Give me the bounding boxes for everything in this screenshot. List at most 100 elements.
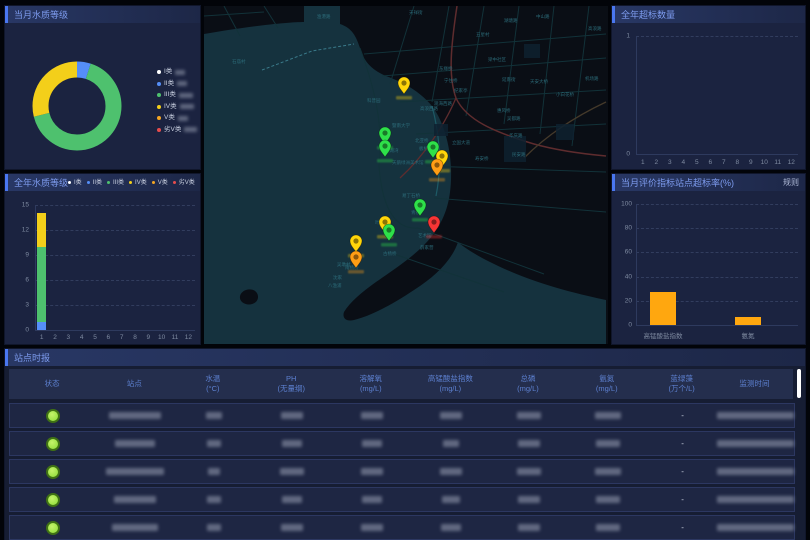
gridline <box>636 228 798 229</box>
table-row[interactable]: - <box>9 487 795 512</box>
table-row[interactable]: - <box>9 459 795 484</box>
pin-hole <box>353 254 358 259</box>
cell-value-redacted <box>207 524 221 531</box>
legend-label: 劣V类 <box>164 127 181 134</box>
cell-value-redacted <box>362 440 382 447</box>
table-scrollbar-thumb[interactable] <box>797 369 801 398</box>
table-row[interactable]: - <box>9 515 795 540</box>
pin-hole <box>353 238 358 243</box>
year-legend-item-III类[interactable]: III类 <box>107 180 124 186</box>
map-label-湖塘路: 湖塘路 <box>504 17 518 24</box>
legend-item-I类[interactable]: I类 <box>157 69 197 76</box>
map-canvas[interactable]: 石庙村渔港路天祥街五星村湖塘路中山路高浪路梁中社区延南街天安大桥机场路小白花桥东… <box>204 6 608 344</box>
table-cell-总磷 <box>491 440 568 447</box>
legend-label: V类 <box>164 115 175 122</box>
exceed-rate-bar-chart: 020406080100高锰酸盐指数氨氮 <box>612 191 805 344</box>
station-map[interactable]: 石庙村渔港路天祥街五星村湖塘路中山路高浪路梁中社区延南街天安大桥机场路小白花桥东… <box>204 6 608 344</box>
legend-item-II类[interactable]: II类 <box>157 81 197 88</box>
table-cell-PH <box>253 496 331 503</box>
cell-value-redacted <box>282 440 302 447</box>
table-cell-溶解氧 <box>331 524 412 531</box>
table-cell-总磷 <box>491 524 568 531</box>
stacked-bar-segment-III类[interactable] <box>37 247 46 322</box>
cell-value-redacted <box>362 496 382 503</box>
legend-value-redacted <box>178 116 188 121</box>
year-legend-item-V类[interactable]: V类 <box>152 180 168 186</box>
y-tick-label: 15 <box>22 202 29 209</box>
x-tick-label: 10 <box>761 159 768 166</box>
legend-item-III类[interactable]: III类 <box>157 92 197 99</box>
x-axis-line <box>636 325 798 326</box>
cell-value-redacted <box>208 468 220 475</box>
map-label-古杨桥: 古杨桥 <box>383 250 397 257</box>
cell-value-redacted <box>361 524 383 531</box>
year-legend-item-IV类[interactable]: IV类 <box>129 180 147 186</box>
rate-bar-氨氮[interactable] <box>735 317 761 325</box>
table-row[interactable]: - <box>9 431 795 456</box>
y-axis-line <box>636 204 637 325</box>
stacked-bar-segment-II类[interactable] <box>37 322 46 330</box>
table-row[interactable]: - <box>9 403 795 428</box>
map-label-高浪路: 高浪路 <box>588 25 602 32</box>
year-legend-item-I类[interactable]: I类 <box>68 180 82 186</box>
panel-month-grade-title: 当月水质等级 <box>5 6 200 23</box>
cell-value-redacted <box>112 524 158 531</box>
y-tick-label: 0 <box>626 151 630 158</box>
pin-hole <box>434 162 439 167</box>
year-legend-item-II类[interactable]: II类 <box>87 180 102 186</box>
cell-value-redacted <box>206 412 222 419</box>
table-cell-PH <box>253 468 331 475</box>
x-tick-label: 4 <box>80 334 84 341</box>
map-label-中山路: 中山路 <box>536 13 550 20</box>
rate-bar-高锰酸盐指数[interactable] <box>650 292 676 325</box>
legend-item-V类[interactable]: V类 <box>157 115 197 122</box>
cell-value-redacted <box>518 440 540 447</box>
column-header-站点: 站点 <box>95 369 173 399</box>
x-tick-label: 12 <box>788 159 795 166</box>
status-dot-normal <box>46 521 60 535</box>
year-legend-item-劣V类[interactable]: 劣V类 <box>173 180 195 186</box>
table-cell-溶解氧 <box>331 440 412 447</box>
table-cell-状态 <box>10 493 96 507</box>
stacked-bar-segment-IV类[interactable] <box>37 213 46 246</box>
table-cell-蓝绿藻: - <box>648 523 717 532</box>
x-tick-label: 8 <box>133 334 137 341</box>
y-tick-label: 12 <box>22 227 29 234</box>
cell-value-redacted <box>596 524 620 531</box>
year-stacked-bar-chart: 03691215123456789101112 <box>5 191 200 344</box>
x-tick-label: 5 <box>93 334 97 341</box>
legend-item-IV类[interactable]: IV类 <box>157 104 197 111</box>
legend-label: III类 <box>113 180 124 186</box>
panel-exceed-count: 全年超标数量 10123456789101112 <box>612 6 805 169</box>
table-cell-PH <box>253 412 331 419</box>
map-label-石庙村: 石庙村 <box>232 58 246 65</box>
x-tick-label: 7 <box>120 334 124 341</box>
column-header-PH: PH(无量纲) <box>252 369 330 399</box>
legend-label: IV类 <box>135 180 147 186</box>
column-header-line1: 水温 <box>205 374 220 384</box>
pin-hole <box>439 153 444 158</box>
map-label-薛家营: 薛家营 <box>420 244 434 251</box>
table-cell-水温 <box>175 524 253 531</box>
legend-label: II类 <box>93 180 102 186</box>
donut-chart[interactable] <box>4 22 150 168</box>
column-header-line1: 氨氮 <box>599 374 614 384</box>
legend-label: III类 <box>164 92 176 99</box>
map-label-天鹅绿洲美术馆: 天鹅绿洲美术馆 <box>392 159 424 166</box>
table-cell-高锰酸盐指数 <box>412 524 490 531</box>
x-tick-label: 8 <box>735 159 739 166</box>
gridline <box>35 205 195 206</box>
cell-value-redacted <box>518 496 540 503</box>
legend-item-劣V类[interactable]: 劣V类 <box>157 127 197 134</box>
map-label-纪家亭: 纪家亭 <box>454 87 468 93</box>
legend-dot <box>157 82 161 86</box>
column-header-line2: (万个/L) <box>668 384 694 394</box>
rules-link[interactable]: 规则 <box>783 177 799 188</box>
legend-label: I类 <box>164 69 172 76</box>
table-cell-状态 <box>10 521 96 535</box>
column-header-状态: 状态 <box>9 369 95 399</box>
table-cell-监测时间 <box>717 440 794 447</box>
x-tick-label: 12 <box>185 334 192 341</box>
table-cell-总磷 <box>491 468 568 475</box>
pin-label-redacted <box>377 159 393 163</box>
